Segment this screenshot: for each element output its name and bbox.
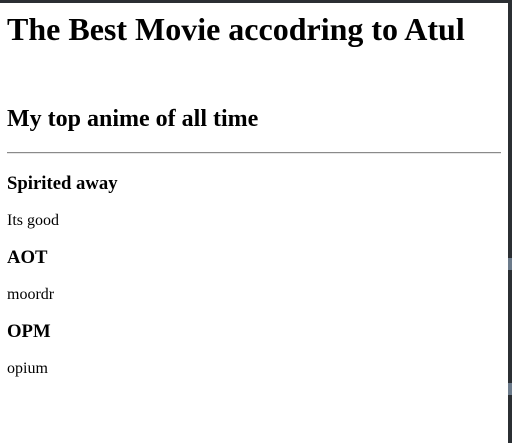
anime-list: Spirited away Its good AOT moordr OPM op… xyxy=(7,173,501,378)
anime-title: Spirited away xyxy=(7,173,118,194)
anime-title: OPM xyxy=(7,321,51,342)
page-content: The Best Movie accodring to Atul My top … xyxy=(7,11,501,378)
section-heading: My top anime of all time xyxy=(7,106,259,132)
list-item: Spirited away Its good xyxy=(7,173,501,230)
anime-description: Its good xyxy=(7,212,59,229)
anime-description: opium xyxy=(7,360,48,377)
anime-title: AOT xyxy=(7,247,48,268)
divider xyxy=(7,152,501,154)
scrollbar-mark xyxy=(508,383,512,395)
page-title: The Best Movie accodring to Atul xyxy=(7,11,465,47)
anime-description: moordr xyxy=(7,286,55,303)
list-item: AOT moordr xyxy=(7,247,501,304)
scrollbar-mark xyxy=(508,258,512,270)
list-item: OPM opium xyxy=(7,321,501,378)
